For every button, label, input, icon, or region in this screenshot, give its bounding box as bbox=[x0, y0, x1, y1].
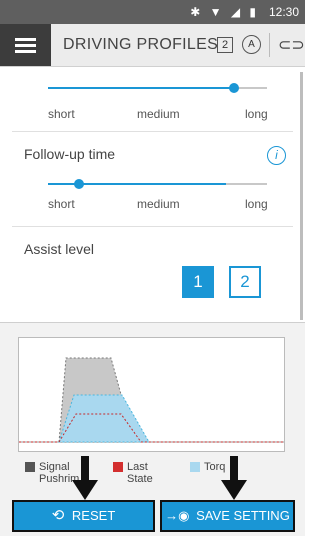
reset-label: RESET bbox=[71, 508, 116, 523]
follow-up-time-slider[interactable] bbox=[48, 179, 267, 189]
legend-signal-swatch bbox=[25, 462, 35, 472]
sensitivity-slider[interactable] bbox=[48, 83, 267, 93]
divider bbox=[12, 226, 293, 227]
save-icon: →◉ bbox=[165, 508, 190, 523]
status-time: 12:30 bbox=[268, 5, 299, 19]
menu-icon-bar bbox=[15, 38, 36, 41]
save-setting-button[interactable]: →◉ SAVE SETTING bbox=[160, 500, 295, 532]
appbar-divider bbox=[269, 33, 270, 57]
page-title: DRIVING PROFILES bbox=[63, 36, 219, 53]
assist-level-1-button[interactable]: 1 bbox=[182, 266, 214, 298]
last-state-line bbox=[19, 413, 284, 443]
menu-icon-bar bbox=[15, 50, 36, 53]
assist-level-2-button[interactable]: 2 bbox=[229, 266, 261, 298]
legend-last-state: Last State bbox=[127, 461, 153, 485]
reset-button[interactable]: ⟲ RESET bbox=[12, 500, 155, 532]
menu-button[interactable] bbox=[0, 24, 51, 66]
link-icon[interactable]: ⊂⊃ bbox=[278, 35, 305, 55]
slider-label-long: long bbox=[245, 197, 268, 211]
torque-area bbox=[58, 394, 150, 443]
profile-number-badge[interactable]: 2 bbox=[217, 37, 233, 53]
slider-thumb[interactable] bbox=[74, 179, 84, 189]
slider-label-long: long bbox=[245, 107, 268, 121]
app-bar: DRIVING PROFILES 2 A ⊂⊃ bbox=[0, 24, 305, 67]
slider-label-medium: medium bbox=[137, 107, 180, 121]
slider-label-short: short bbox=[48, 107, 75, 121]
legend-torque-swatch bbox=[190, 462, 200, 472]
follow-up-time-title: Follow-up time bbox=[24, 146, 116, 162]
slider-label-medium: medium bbox=[137, 197, 180, 211]
status-bar: ✱ ▼ ◢ ▮ 12:30 bbox=[0, 0, 305, 24]
down-arrow-icon bbox=[72, 456, 98, 500]
slider-thumb[interactable] bbox=[229, 83, 239, 93]
scrollbar[interactable] bbox=[300, 72, 303, 320]
slider-fill bbox=[48, 87, 234, 89]
divider bbox=[12, 131, 293, 132]
info-icon[interactable]: i bbox=[267, 146, 286, 165]
assist-level-title: Assist level bbox=[24, 241, 95, 257]
slider-label-short: short bbox=[48, 197, 75, 211]
status-icons: ✱ ▼ ◢ ▮ bbox=[190, 5, 259, 19]
down-arrow-icon bbox=[221, 456, 247, 500]
profile-chart bbox=[18, 337, 285, 452]
profile-chart-svg bbox=[19, 357, 284, 443]
auto-mode-icon[interactable]: A bbox=[242, 35, 261, 54]
menu-icon-bar bbox=[15, 44, 36, 47]
save-label: SAVE SETTING bbox=[196, 508, 290, 523]
reset-icon: ⟲ bbox=[51, 507, 65, 524]
legend-last-state-swatch bbox=[113, 462, 123, 472]
